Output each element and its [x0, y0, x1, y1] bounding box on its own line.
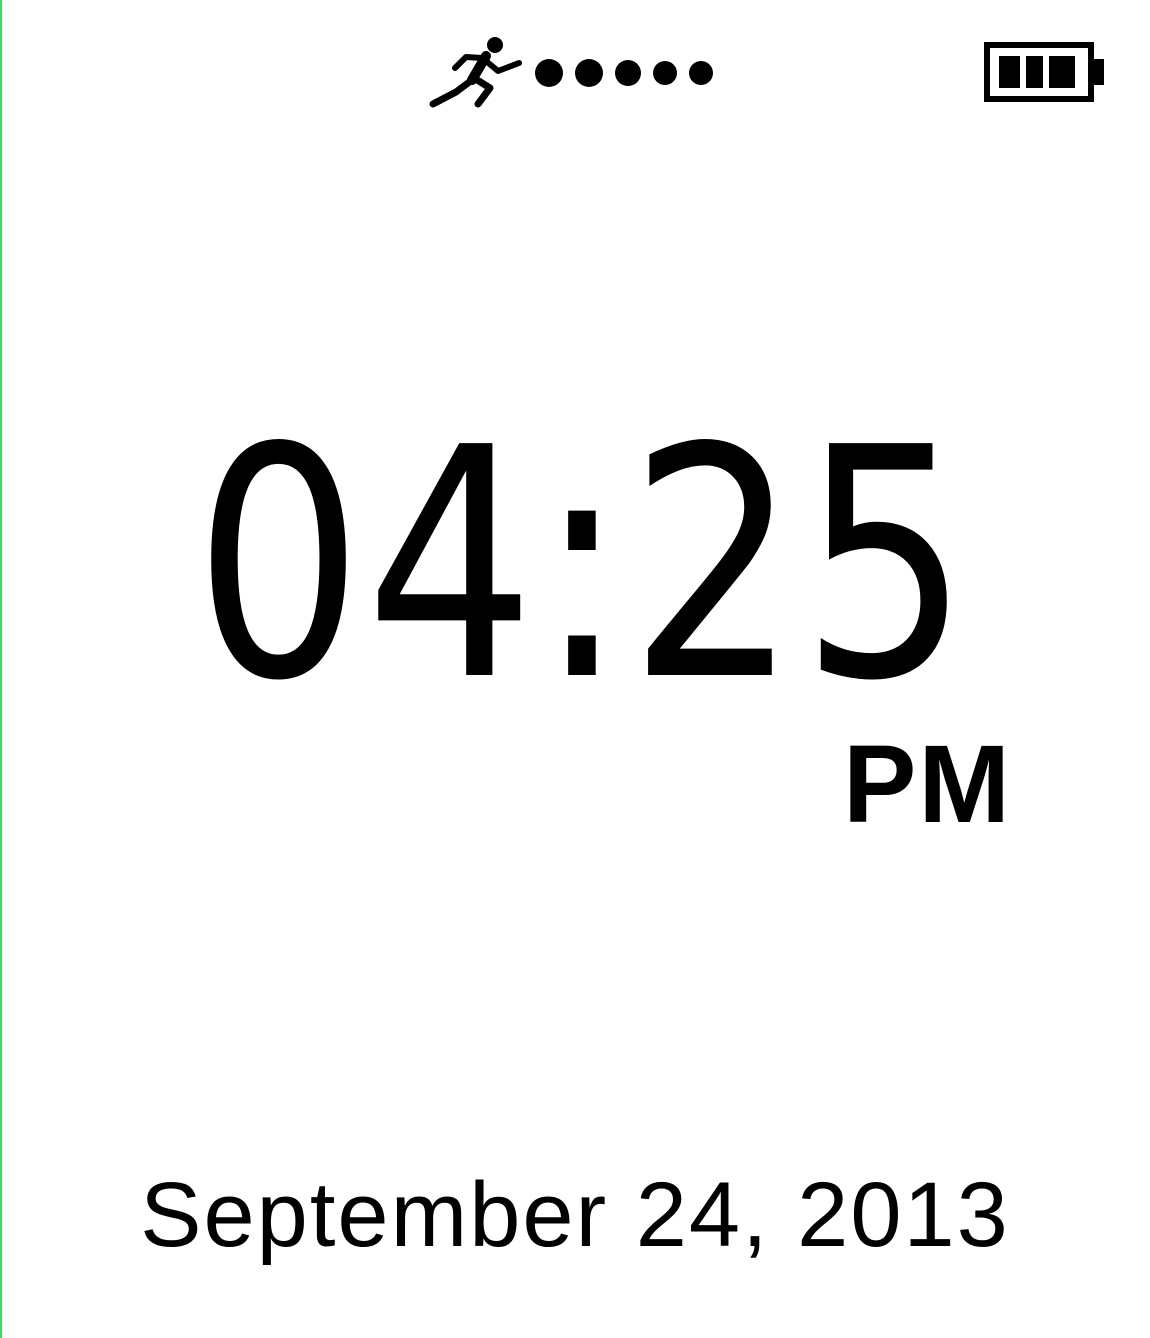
battery-icon: [984, 42, 1104, 102]
status-bar: [0, 0, 1150, 120]
step-progress-dots: [535, 58, 725, 88]
progress-dot: [575, 59, 603, 87]
clock-time-text: 04:25: [193, 380, 972, 750]
progress-dot: [689, 61, 713, 85]
progress-dot: [535, 59, 563, 87]
clock-ampm: PM: [843, 723, 1012, 846]
progress-dot: [615, 60, 641, 86]
progress-dot: [653, 61, 677, 85]
screen-edge-line: [0, 0, 2, 1338]
date-label: September 24, 2013: [140, 1164, 1010, 1266]
clock-time: 04:25: [194, 400, 971, 730]
runner-icon: [429, 37, 522, 108]
